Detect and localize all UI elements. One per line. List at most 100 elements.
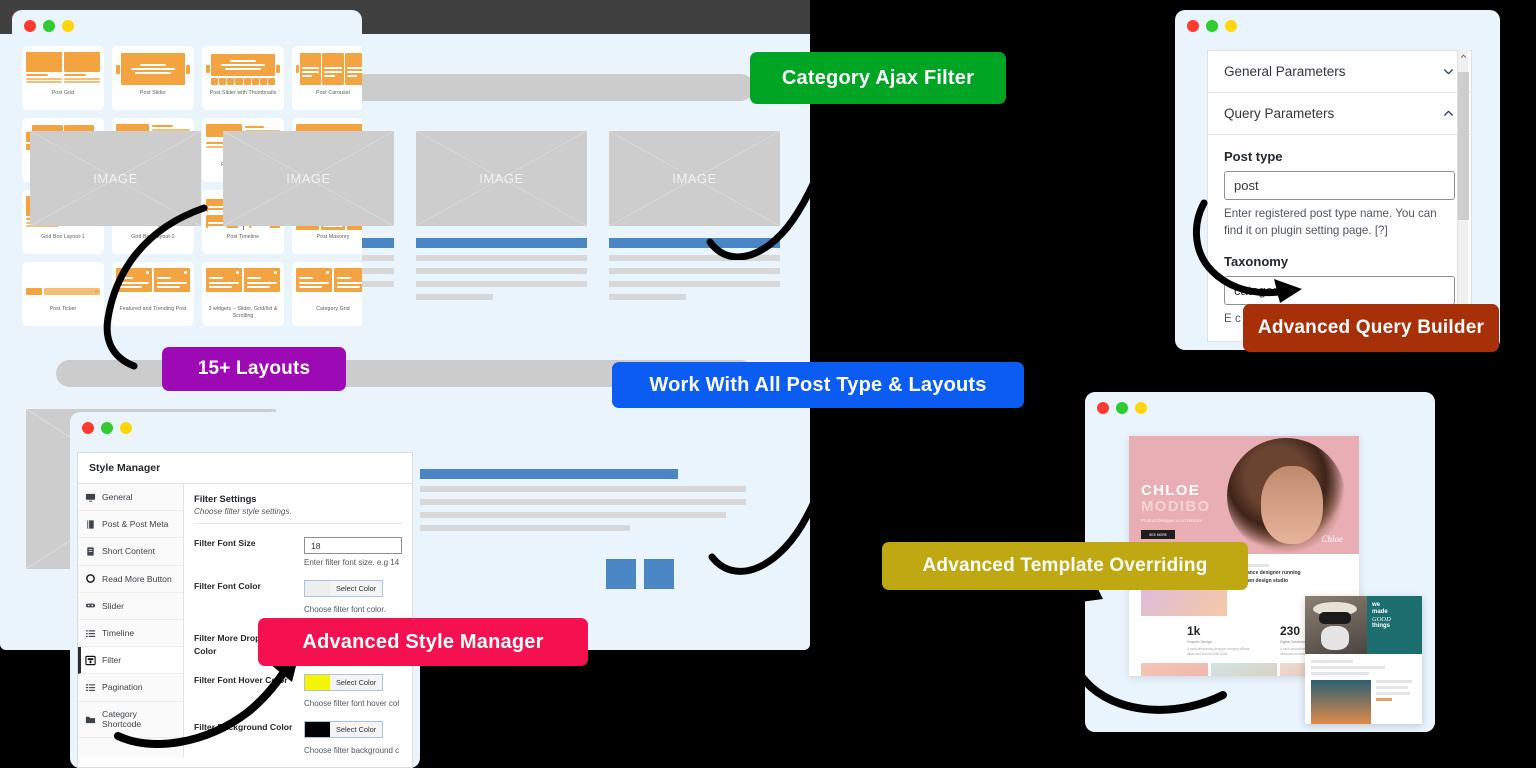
- badge-advanced-template-overriding[interactable]: Advanced Template Overriding: [882, 542, 1248, 590]
- stat-desc: A multi-disciplinary designer bringing o…: [1187, 647, 1250, 656]
- layout-card[interactable]: Category Grid: [292, 262, 362, 326]
- panel-scrollbar[interactable]: [1457, 50, 1469, 342]
- layout-card-label: 3 widgets – Slider, Grid/list & Scrollin…: [208, 306, 278, 320]
- image-placeholder: IMAGE: [416, 131, 587, 226]
- style-sidebar-item-general[interactable]: General: [78, 484, 183, 512]
- filter-font-hover-color-picker[interactable]: Select Color: [304, 673, 384, 691]
- style-sidebar-item-timeline[interactable]: Timeline: [78, 620, 183, 648]
- query-builder-window: General Parameters Query Parameters Post…: [1175, 10, 1500, 350]
- post-type-input[interactable]: post: [1224, 171, 1455, 200]
- template-preview-secondary[interactable]: we made GOOD things: [1305, 596, 1422, 724]
- layout-card[interactable]: Featured and Trending Post: [112, 262, 194, 326]
- select-color-button[interactable]: Select Color: [330, 721, 383, 737]
- post-card[interactable]: IMAGE: [609, 131, 780, 300]
- badge-advanced-style-manager[interactable]: Advanced Style Manager: [258, 618, 588, 666]
- layout-card-label: Featured and Trending Post: [119, 306, 187, 312]
- post-text-line: [416, 255, 587, 261]
- gallery-thumb[interactable]: [1141, 662, 1208, 676]
- layout-card[interactable]: Post Carousel: [292, 46, 362, 110]
- badge-work-with-all-post-type[interactable]: Work With All Post Type & Layouts: [612, 362, 1024, 408]
- taxonomy-input[interactable]: category: [1224, 275, 1455, 305]
- chevron-up-icon[interactable]: [1442, 107, 1455, 120]
- style-sidebar-item-label: Post & Post Meta: [102, 519, 169, 530]
- select-color-button[interactable]: Select Color: [330, 674, 383, 690]
- scrollbar-thumb[interactable]: [1458, 72, 1469, 220]
- preview-cta-button[interactable]: SEE MORE: [1141, 530, 1175, 539]
- select-color-button[interactable]: Select Color: [330, 581, 383, 596]
- style-manager-panel: Style Manager General Post & Post Meta Sho…: [77, 452, 413, 768]
- style-sidebar-item-label: Slider: [102, 600, 124, 611]
- maximize-yellow-icon[interactable]: [120, 422, 132, 434]
- style-sidebar-item-post-post-meta[interactable]: Post & Post Meta: [78, 511, 183, 539]
- preview-hero: CHLOE MODIBO Product Designer & Art Dire…: [1129, 436, 1359, 554]
- minimize-green-icon[interactable]: [1206, 20, 1218, 32]
- close-red-icon[interactable]: [1097, 402, 1109, 414]
- portrait-man-icon: [1305, 596, 1367, 654]
- slider-icon: [85, 600, 96, 611]
- image-placeholder-label: IMAGE: [286, 171, 331, 186]
- filter-settings-subheading: Choose filter style settings.: [194, 507, 402, 524]
- maximize-yellow-icon[interactable]: [62, 20, 74, 32]
- chevron-down-icon[interactable]: [1442, 65, 1455, 78]
- section-query-parameters[interactable]: Query Parameters: [1208, 93, 1471, 135]
- headline-line1: we: [1372, 602, 1381, 608]
- filter-font-size-input[interactable]: 18: [304, 537, 402, 554]
- section-general-parameters[interactable]: General Parameters: [1208, 51, 1471, 93]
- preview-subtitle: MODIBO: [1141, 498, 1211, 515]
- style-sidebar-item-label: Pagination: [102, 682, 143, 693]
- badge-advanced-query-builder[interactable]: Advanced Query Builder: [1243, 304, 1499, 352]
- close-red-icon[interactable]: [1187, 20, 1199, 32]
- field-hint: Enter filter font size. e.g 14: [304, 558, 400, 567]
- minimize-green-icon[interactable]: [101, 422, 113, 434]
- preview-about-line2: her own design studio: [1235, 577, 1289, 584]
- maximize-yellow-icon[interactable]: [1225, 20, 1237, 32]
- preview-signature: Chloe: [1321, 534, 1344, 544]
- badge-category-ajax-filter[interactable]: Category Ajax Filter: [750, 52, 1006, 104]
- layout-card[interactable]: 3 widgets – Slider, Grid/list & Scrollin…: [202, 262, 284, 326]
- style-sidebar-item-filter[interactable]: Filter: [78, 647, 183, 675]
- layout-thumbnail-icon: [116, 268, 190, 302]
- close-red-icon[interactable]: [24, 20, 36, 32]
- layout-card[interactable]: Post Slider with Thumbnails: [202, 46, 284, 110]
- close-red-icon[interactable]: [82, 422, 94, 434]
- headline-line3: GOOD: [1372, 615, 1391, 623]
- post-text-line: [416, 281, 587, 287]
- style-sidebar-item-category-shortcode[interactable]: Category Shortcode: [78, 702, 183, 738]
- post-title-bar: [416, 238, 587, 248]
- pager-next-button[interactable]: [644, 559, 674, 589]
- layout-card-label: Post Ticker: [49, 306, 77, 312]
- field-label: Filter Font Color: [194, 581, 261, 591]
- layout-card-label: Post Grid: [51, 90, 75, 96]
- card-body: [1305, 654, 1422, 724]
- post-card[interactable]: IMAGE: [416, 131, 587, 300]
- layout-card-label: Category Grid: [316, 306, 350, 312]
- layout-card[interactable]: Post Grid: [22, 46, 104, 110]
- style-manager-sidebar: General Post & Post Meta Short Content Read…: [78, 484, 184, 757]
- layout-card[interactable]: Post Ticker: [22, 262, 104, 326]
- filter-background-color-picker[interactable]: Select Color: [304, 720, 384, 738]
- style-sidebar-item-pagination[interactable]: Pagination: [78, 674, 183, 702]
- preview-about-line1: Freelance designer running: [1235, 570, 1301, 576]
- minimize-green-icon[interactable]: [1116, 402, 1128, 414]
- window-traffic-lights: [12, 10, 362, 42]
- field-label: Filter Background Color: [194, 721, 293, 732]
- minimize-green-icon[interactable]: [43, 20, 55, 32]
- badge-15-plus-layouts[interactable]: 15+ Layouts: [162, 347, 346, 391]
- post-text-line: [609, 294, 686, 300]
- section-title: Query Parameters: [1224, 106, 1335, 121]
- window-traffic-lights: [1175, 10, 1500, 42]
- gallery-thumb[interactable]: [1210, 662, 1278, 676]
- style-sidebar-item-read-more-button[interactable]: Read More Button: [78, 566, 183, 593]
- maximize-yellow-icon[interactable]: [1135, 402, 1147, 414]
- layout-card[interactable]: Post Slider: [112, 46, 194, 110]
- scroll-up-icon[interactable]: [1460, 53, 1467, 60]
- window-traffic-lights: [70, 412, 420, 444]
- style-sidebar-item-short-content[interactable]: Short Content: [78, 538, 183, 566]
- style-sidebar-item-slider[interactable]: Slider: [78, 593, 183, 620]
- pager-prev-button[interactable]: [606, 559, 636, 589]
- field-label: Filter Font Hover Color: [194, 674, 288, 685]
- filter-font-color-picker[interactable]: Select Color: [304, 580, 384, 597]
- style-manager-window: Style Manager General Post & Post Meta Sho…: [70, 412, 420, 768]
- layout-card-label: Grid Box Layout-2: [131, 234, 175, 240]
- style-sidebar-item-label: Filter: [102, 655, 122, 666]
